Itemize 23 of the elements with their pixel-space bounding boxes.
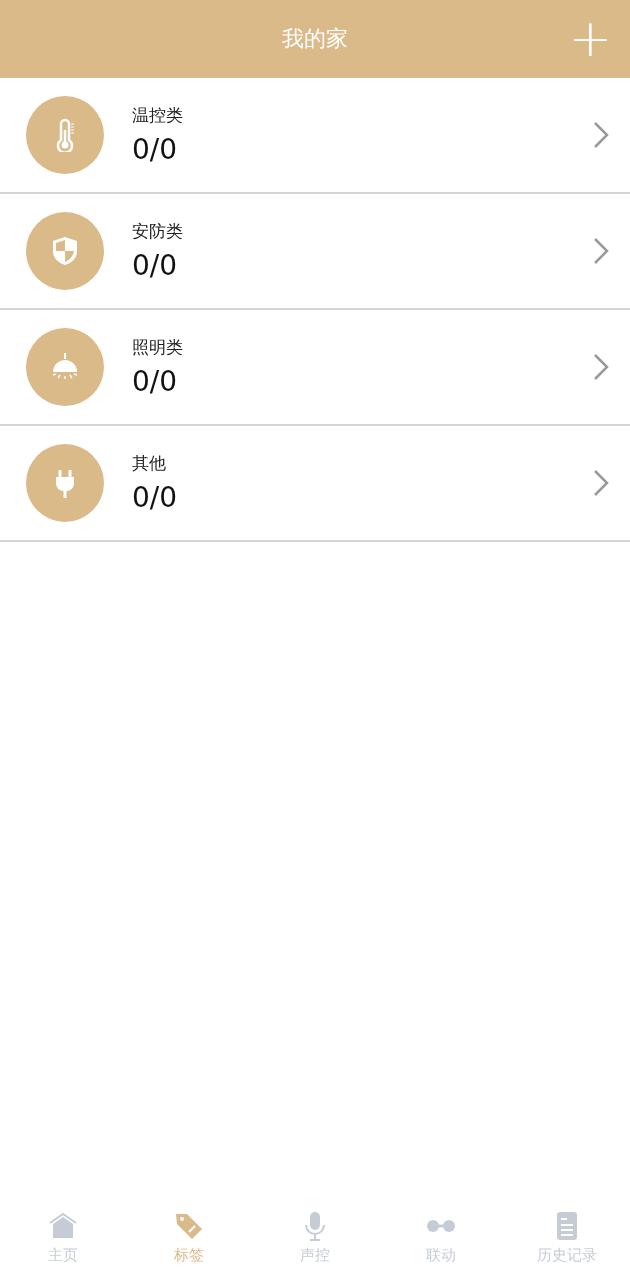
device-count: 0/0 — [132, 365, 178, 398]
chevron-right-icon — [592, 353, 610, 381]
device-count: 0/0 — [132, 249, 178, 282]
nav-tab[interactable]: 主页 — [0, 1200, 126, 1280]
nav-tab[interactable]: 联动 — [378, 1200, 504, 1280]
category-name: 其他 — [132, 452, 166, 475]
nav-tab[interactable]: 声控 — [252, 1200, 378, 1280]
page-title: 我的家 — [282, 25, 348, 53]
chevron-right-icon — [592, 469, 610, 497]
category-name: 照明类 — [132, 336, 183, 359]
chevron-right-icon — [592, 121, 610, 149]
chevron-right-icon — [592, 237, 610, 265]
device-count: 0/0 — [132, 133, 178, 166]
device-count: 0/0 — [132, 481, 178, 514]
category-row[interactable]: 照明类 0/0 — [0, 310, 630, 426]
nav-tab[interactable]: 历史记录 — [504, 1200, 630, 1280]
add-button[interactable]: + — [568, 12, 612, 64]
category-name: 安防类 — [132, 220, 183, 243]
category-row[interactable]: 温控类 0/0 — [0, 78, 630, 194]
category-row[interactable]: 安防类 0/0 — [0, 194, 630, 310]
category-name: 温控类 — [132, 104, 183, 127]
category-row[interactable]: 其他 0/0 — [0, 426, 630, 542]
nav-tab[interactable]: 标签 — [126, 1200, 252, 1280]
